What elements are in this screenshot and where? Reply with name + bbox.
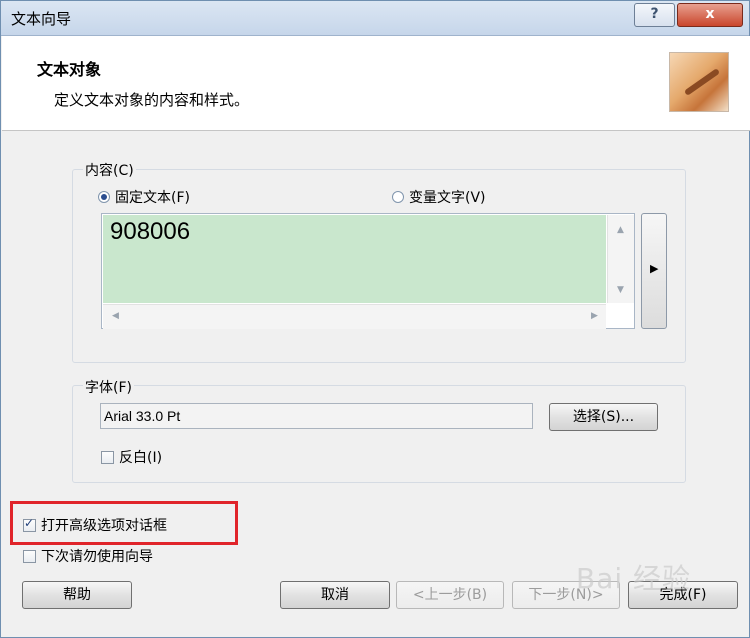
help-titlebar-button[interactable]: ? [634,3,675,27]
play-arrow-icon: ▶ [650,262,659,275]
radio-unselected-icon [392,191,404,203]
inverse-checkbox[interactable]: 反白(I) [101,447,162,467]
wizard-header: 文本对象 定义文本对象的内容和样式。 [2,36,750,131]
font-display-field: Arial 33.0 Pt [100,403,533,429]
variable-text-label: 变量文字(V) [409,190,486,206]
checkbox-unchecked-icon [101,450,114,464]
scroll-up-icon[interactable]: ▲ [617,225,624,235]
checkbox-unchecked-icon [23,549,36,563]
radio-selected-icon [98,191,110,203]
variable-text-radio[interactable]: 变量文字(V) [392,187,486,207]
dialog-window: 文本向导 ? x 文本对象 定义文本对象的内容和样式。 内容(C) 固定文本(F… [0,0,750,638]
title-bar: 文本向导 ? x [1,1,749,36]
prev-step-button[interactable]: <上一步(B) [396,581,504,609]
font-group-label: 字体(F) [83,377,134,397]
fixed-text-label: 固定文本(F) [115,190,190,206]
inverse-label: 反白(I) [119,450,163,466]
scroll-right-icon[interactable]: ▶ [591,311,598,321]
no-wizard-label: 下次请勿使用向导 [41,549,153,565]
window-title: 文本向导 [11,10,72,28]
scroll-down-icon[interactable]: ▼ [617,285,624,295]
help-button[interactable]: 帮助 [22,581,132,609]
header-title: 文本对象 [37,60,102,79]
content-group-label: 内容(C) [83,160,136,180]
content-text-area[interactable]: 908006 ▲ ▼ ◀ ▶ [101,213,635,329]
horizontal-scrollbar[interactable]: ◀ ▶ [103,304,606,329]
select-font-button[interactable]: 选择(S)... [549,403,658,431]
writing-hand-icon [669,52,729,112]
highlight-annotation [10,501,238,545]
text-area-value: 908006 [110,218,191,245]
fixed-text-radio[interactable]: 固定文本(F) [98,187,190,207]
no-wizard-checkbox[interactable]: 下次请勿使用向导 [23,546,153,566]
insert-arrow-button[interactable]: ▶ [641,213,667,329]
cancel-button[interactable]: 取消 [280,581,390,609]
font-group [72,385,686,483]
next-step-button[interactable]: 下一步(N)> [512,581,620,609]
header-description: 定义文本对象的内容和样式。 [54,91,250,109]
close-button[interactable]: x [677,3,743,27]
vertical-scrollbar[interactable]: ▲ ▼ [607,215,634,303]
scroll-left-icon[interactable]: ◀ [112,311,119,321]
finish-button[interactable]: 完成(F) [628,581,738,609]
